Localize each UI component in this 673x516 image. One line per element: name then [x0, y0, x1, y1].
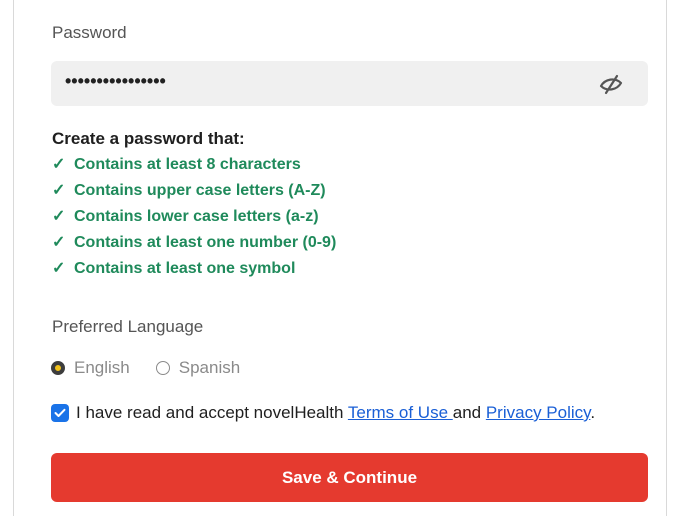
requirement-item: ✓ Contains lower case letters (a-z) — [52, 204, 336, 230]
terms-of-use-link[interactable]: Terms of Use — [348, 403, 453, 422]
radio-selected-icon[interactable] — [51, 361, 65, 375]
check-icon: ✓ — [52, 182, 66, 199]
requirements-list: ✓ Contains at least 8 characters ✓ Contain… — [52, 152, 336, 282]
checkmark-icon — [54, 408, 66, 417]
requirement-item: ✓ Contains upper case letters (A-Z) — [52, 178, 336, 204]
check-icon: ✓ — [52, 208, 66, 225]
terms-checkbox[interactable] — [51, 404, 69, 422]
requirement-text: Contains lower case letters (a-z) — [74, 208, 319, 225]
requirement-item: ✓ Contains at least one number (0-9) — [52, 230, 336, 256]
terms-text: I have read and accept novelHealth Terms… — [76, 403, 595, 423]
language-option-english[interactable]: English — [51, 358, 130, 378]
check-icon: ✓ — [52, 156, 66, 173]
requirement-text: Contains at least one number (0-9) — [74, 234, 337, 251]
language-option-label: Spanish — [178, 358, 241, 377]
privacy-policy-link[interactable]: Privacy Policy — [486, 403, 591, 422]
requirement-item: ✓ Contains at least 8 characters — [52, 152, 336, 178]
password-label: Password — [52, 23, 127, 42]
password-field[interactable]: •••••••••••••••• — [51, 61, 648, 106]
preferred-language-label: Preferred Language — [52, 317, 204, 336]
requirements-heading: Create a password that: — [52, 129, 245, 148]
eye-slash-icon[interactable] — [598, 73, 624, 95]
terms-text-middle: and — [452, 403, 486, 422]
radio-unselected-icon[interactable] — [155, 361, 170, 375]
terms-text-after: . — [590, 403, 596, 422]
requirement-text: Contains at least one symbol — [74, 260, 296, 277]
language-option-spanish[interactable]: Spanish — [155, 358, 241, 378]
terms-acceptance-row: I have read and accept novelHealth Terms… — [51, 403, 595, 423]
check-icon: ✓ — [52, 260, 66, 277]
requirement-text: Contains at least 8 characters — [74, 156, 301, 173]
terms-text-before: I have read and accept novelHealth — [76, 403, 348, 422]
requirement-item: ✓ Contains at least one symbol — [52, 256, 336, 282]
language-option-label: English — [74, 358, 130, 377]
signup-card: Password •••••••••••••••• Create a passw… — [13, 0, 667, 516]
requirement-text: Contains upper case letters (A-Z) — [74, 182, 326, 199]
language-radio-group: English Spanish — [51, 357, 266, 379]
check-icon: ✓ — [52, 234, 66, 251]
password-value[interactable]: •••••••••••••••• — [65, 71, 166, 92]
save-continue-button[interactable]: Save & Continue — [51, 453, 648, 502]
